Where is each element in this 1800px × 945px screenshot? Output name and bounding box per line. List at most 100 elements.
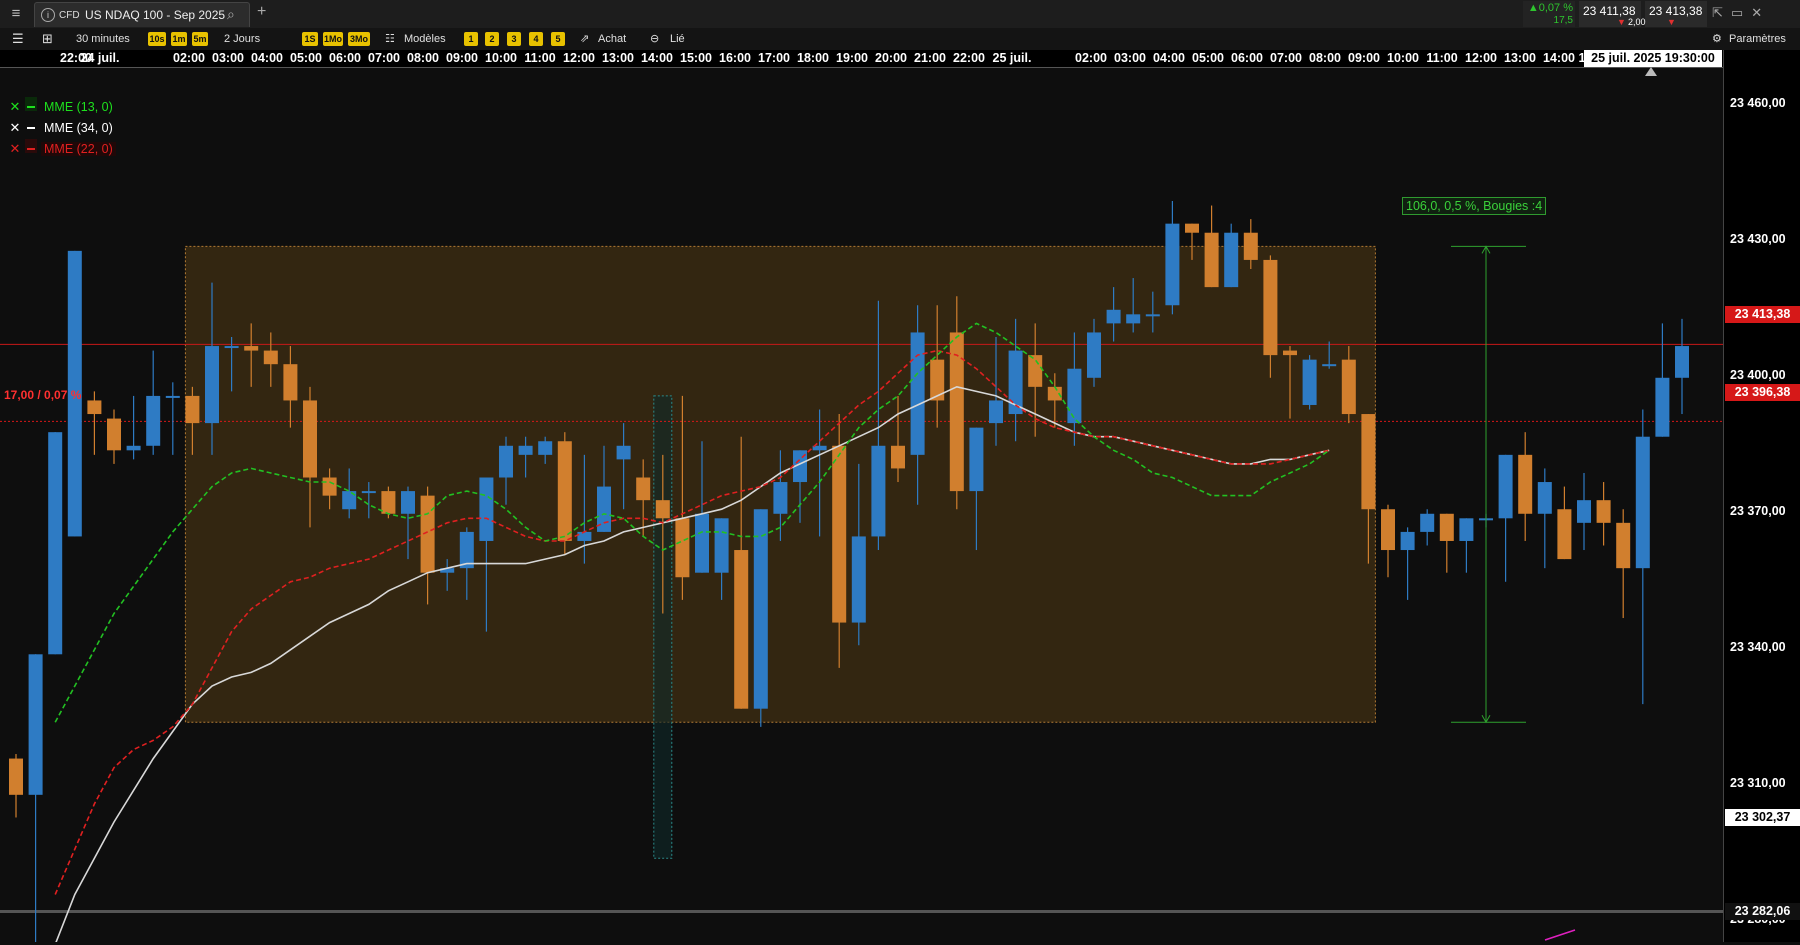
color-swatch[interactable] xyxy=(25,118,37,132)
price-axis[interactable]: 23 460,00 23 430,00 23 400,00 23 370,00 … xyxy=(1723,50,1800,942)
daily-change: ▲0,07 % 17,5 xyxy=(1523,1,1575,27)
candle-body xyxy=(1420,513,1435,532)
candle-body xyxy=(499,445,513,478)
timeframe-10s[interactable]: 10s xyxy=(148,32,166,46)
color-swatch[interactable] xyxy=(25,139,37,153)
time-tick: 10:00 xyxy=(485,51,517,65)
period-3mo[interactable]: 3Mo xyxy=(348,32,370,46)
settings-icon[interactable]: ⚙ xyxy=(1712,31,1722,47)
time-tick: 18:00 xyxy=(797,51,829,65)
candle-body xyxy=(1263,259,1278,356)
period-1mo[interactable]: 1Mo xyxy=(323,32,343,46)
top-tab-bar: ≡ i CFD US NDAQ 100 - Sep 2025 ⌕ + ▲0,07… xyxy=(0,0,1800,29)
add-tab-icon[interactable]: + xyxy=(257,3,266,21)
candle-body xyxy=(107,418,121,451)
candle-body xyxy=(420,495,435,573)
time-tick: 09:00 xyxy=(446,51,478,65)
remove-indicator-icon[interactable]: ✕ xyxy=(8,142,22,156)
time-tick: 08:00 xyxy=(407,51,439,65)
bid-price: 23 411,38 xyxy=(1583,4,1636,18)
time-tick: 11:00 xyxy=(1426,51,1458,65)
templates-button[interactable]: Modèles xyxy=(404,31,446,47)
legend-ema-13[interactable]: ✕ MME (13, 0) xyxy=(8,97,116,114)
link-button[interactable]: Lié xyxy=(670,31,685,47)
buy-button[interactable]: Achat xyxy=(598,31,626,47)
templates-icon[interactable]: ☷ xyxy=(385,31,395,47)
candle-body xyxy=(87,400,102,415)
time-tick: 13:00 xyxy=(1504,51,1536,65)
price-tick: 23 340,00 xyxy=(1730,640,1786,654)
time-axis[interactable]: 22:00 24 juil. 02:00 03:00 04:00 05:00 06:00 07… xyxy=(0,50,1723,68)
timeframe-1m[interactable]: 1m xyxy=(171,32,187,46)
hamburger-menu-icon[interactable]: ≡ xyxy=(6,4,26,24)
close-icon[interactable]: ✕ xyxy=(1751,5,1770,20)
candle-body xyxy=(969,427,984,492)
timeframe-select[interactable]: 30 minutes xyxy=(76,31,130,47)
time-tick: 05:00 xyxy=(1192,51,1224,65)
time-tick: 09:00 xyxy=(1348,51,1380,65)
candle-body xyxy=(1087,332,1101,378)
buy-price-button[interactable]: 23 413,38 xyxy=(1645,1,1707,27)
legend-label: MME (13, 0) xyxy=(44,100,113,114)
legend-label: MME (34, 0) xyxy=(44,121,113,135)
time-tick: 25 juil. xyxy=(992,51,1032,65)
candle-body xyxy=(851,536,866,623)
template-slot-1[interactable]: 1 xyxy=(464,32,478,46)
settings-button[interactable]: Paramètres xyxy=(1729,31,1786,47)
template-slot-4[interactable]: 4 xyxy=(529,32,543,46)
measure-tool-label[interactable]: 106,0, 0,5 %, Bougies :4 xyxy=(1402,197,1547,215)
color-swatch[interactable] xyxy=(25,97,37,111)
down-triangle-icon: ▼ xyxy=(1617,17,1626,27)
instrument-type: CFD xyxy=(59,10,80,21)
candle-body xyxy=(322,477,337,496)
change-percent: 0,07 % xyxy=(1538,2,1573,14)
period-1s[interactable]: 1S xyxy=(302,32,318,46)
instrument-name: US NDAQ 100 - Sep 2025 xyxy=(85,8,226,22)
time-tick: 14:00 xyxy=(1543,51,1575,65)
ask-price: 23 413,38 xyxy=(1649,4,1703,18)
info-icon[interactable]: i xyxy=(41,8,55,22)
lower-pane-indicator-line xyxy=(1544,929,1576,941)
time-tick: 04:00 xyxy=(1153,51,1185,65)
legend-ema-22[interactable]: ✕ MME (22, 0) xyxy=(8,139,116,156)
time-tick: 16:00 xyxy=(719,51,751,65)
template-slot-5[interactable]: 5 xyxy=(551,32,565,46)
period-select[interactable]: 2 Jours xyxy=(224,31,260,47)
timeframe-5m[interactable]: 5m xyxy=(192,32,208,46)
template-slot-3[interactable]: 3 xyxy=(507,32,521,46)
candle-body xyxy=(244,346,259,351)
candle-body xyxy=(655,500,670,519)
time-tick: 06:00 xyxy=(329,51,361,65)
remove-indicator-icon[interactable]: ✕ xyxy=(8,100,22,114)
candle-body xyxy=(205,346,219,424)
window-controls: ⇱▭✕ xyxy=(1712,5,1770,21)
candle-body xyxy=(871,445,886,537)
candle-body xyxy=(1283,350,1297,356)
detach-icon[interactable]: ⇱ xyxy=(1712,5,1731,20)
legend-ema-34[interactable]: ✕ MME (34, 0) xyxy=(8,118,116,136)
candle-body xyxy=(1557,509,1572,560)
minimize-icon[interactable]: ▭ xyxy=(1731,5,1751,20)
candle-body xyxy=(1537,482,1552,514)
candle-body xyxy=(1341,359,1356,415)
candle-body xyxy=(675,518,690,578)
candle-body xyxy=(165,395,180,398)
candle-body xyxy=(1655,377,1670,437)
time-tick: 10:00 xyxy=(1387,51,1419,65)
time-tick: 08:00 xyxy=(1309,51,1341,65)
link-icon[interactable]: ⊖ xyxy=(650,31,659,47)
layout-grid-icon[interactable]: ⊞ xyxy=(42,31,53,47)
up-arrow-icon: ▲ xyxy=(1527,2,1539,14)
buy-icon[interactable]: ⇗ xyxy=(580,31,589,47)
candle-body xyxy=(1361,414,1376,510)
candle-body xyxy=(1439,513,1454,541)
instrument-tab[interactable]: i CFD US NDAQ 100 - Sep 2025 ⌕ xyxy=(34,2,250,27)
remove-indicator-icon[interactable]: ✕ xyxy=(8,121,22,135)
template-slot-2[interactable]: 2 xyxy=(485,32,499,46)
list-icon[interactable]: ☰ xyxy=(12,31,24,47)
candle-body xyxy=(263,350,278,365)
lower-pane-value-tag: 23 282,06 xyxy=(1725,903,1800,920)
search-icon[interactable]: ⌕ xyxy=(227,6,235,23)
candle-body xyxy=(577,531,592,541)
candle-body xyxy=(753,509,768,709)
